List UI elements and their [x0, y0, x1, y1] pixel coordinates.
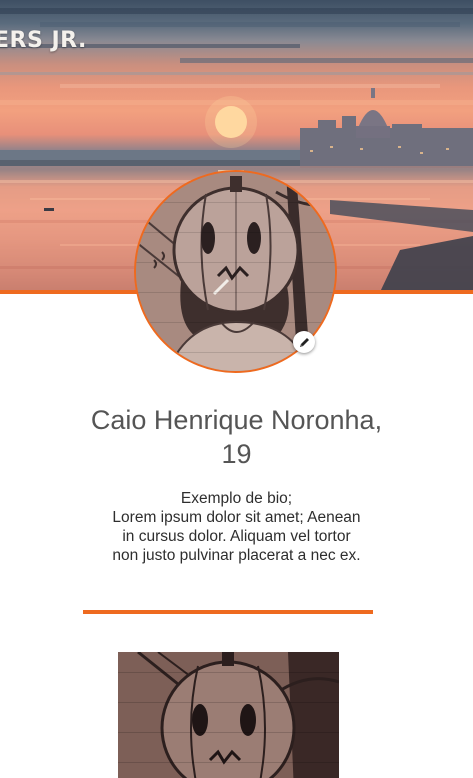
bio-line: Lorem ipsum dolor sit amet; Aenean — [112, 509, 361, 526]
pencil-icon — [299, 337, 309, 347]
edit-avatar-button[interactable] — [293, 331, 315, 353]
profile-age: 19 — [221, 439, 252, 469]
bio-line: in cursus dolor. Aliquam vel tortor — [122, 528, 351, 545]
cover-title: ERS JR. — [0, 28, 87, 53]
bio-line: non justo pulvinar placerat a nec ex. — [112, 547, 361, 564]
bio-line: Exemplo de bio; — [180, 490, 293, 507]
pumpkin-head-character — [118, 652, 339, 778]
section-divider — [83, 610, 373, 614]
profile-name: Caio Henrique Noronha, 19 — [60, 403, 413, 471]
post-image[interactable] — [118, 652, 339, 778]
profile-bio: Exemplo de bio; Lorem ipsum dolor sit am… — [60, 489, 413, 565]
profile-name-text: Caio Henrique Noronha, — [90, 405, 383, 435]
